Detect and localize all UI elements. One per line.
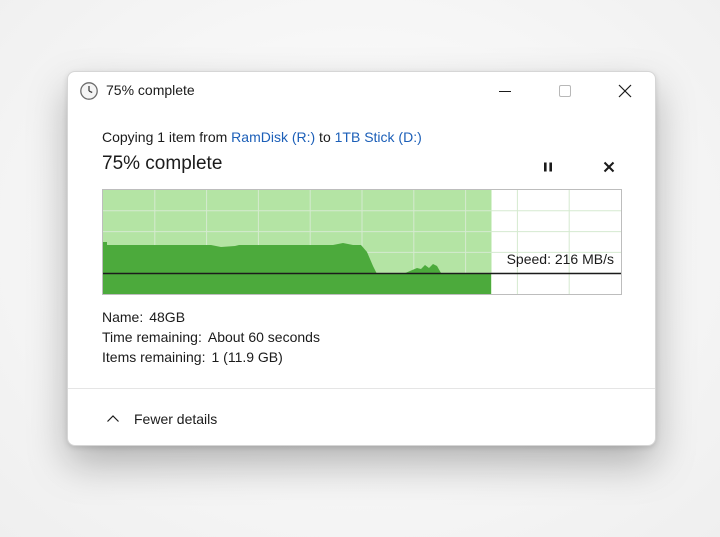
- source-link[interactable]: RamDisk (R:): [231, 129, 315, 145]
- minimize-icon: [499, 90, 511, 93]
- fewer-details-button[interactable]: Fewer details: [104, 407, 217, 431]
- time-remaining-row: Time remaining: About 60 seconds: [102, 327, 320, 347]
- footer-divider: [68, 388, 655, 389]
- cancel-icon: [603, 161, 615, 173]
- time-remaining-value: About 60 seconds: [207, 329, 320, 345]
- cancel-copy-button[interactable]: [597, 156, 621, 178]
- name-row: Name: 48GB: [102, 307, 320, 327]
- window-title: 75% complete: [106, 82, 195, 98]
- minimize-button[interactable]: [482, 72, 528, 110]
- name-label: Name:: [102, 309, 144, 325]
- speed-graph-canvas: [103, 190, 621, 294]
- speed-graph: Speed: 216 MB/s: [102, 189, 622, 295]
- name-value: 48GB: [149, 309, 186, 325]
- items-remaining-label: Items remaining:: [102, 349, 206, 365]
- copy-prefix: Copying 1 item from: [102, 129, 232, 145]
- copy-progress-dialog: 75% complete Copying 1 item from RamDisk…: [67, 71, 656, 446]
- copy-description: Copying 1 item from RamDisk (R:) to 1TB …: [102, 129, 422, 145]
- items-remaining-row: Items remaining: 1 (11.9 GB): [102, 347, 320, 367]
- speed-readout: Speed: 216 MB/s: [506, 251, 614, 267]
- title-bar: 75% complete: [68, 72, 655, 110]
- pause-button[interactable]: [536, 156, 560, 178]
- pause-icon: [544, 162, 552, 172]
- chevron-up-icon: [107, 415, 119, 422]
- copy-middle: to: [315, 129, 335, 145]
- items-remaining-value: 1 (11.9 GB): [211, 349, 283, 365]
- details-panel: Name: 48GB Time remaining: About 60 second…: [102, 307, 320, 367]
- clock-icon: [79, 81, 99, 101]
- destination-link[interactable]: 1TB Stick (D:): [335, 129, 422, 145]
- time-remaining-label: Time remaining:: [102, 329, 202, 345]
- progress-status: 75% complete: [102, 153, 223, 174]
- close-button[interactable]: [602, 72, 648, 110]
- fewer-details-label: Fewer details: [134, 411, 218, 427]
- close-icon: [618, 84, 632, 98]
- maximize-button: [542, 72, 588, 110]
- maximize-icon: [559, 85, 571, 97]
